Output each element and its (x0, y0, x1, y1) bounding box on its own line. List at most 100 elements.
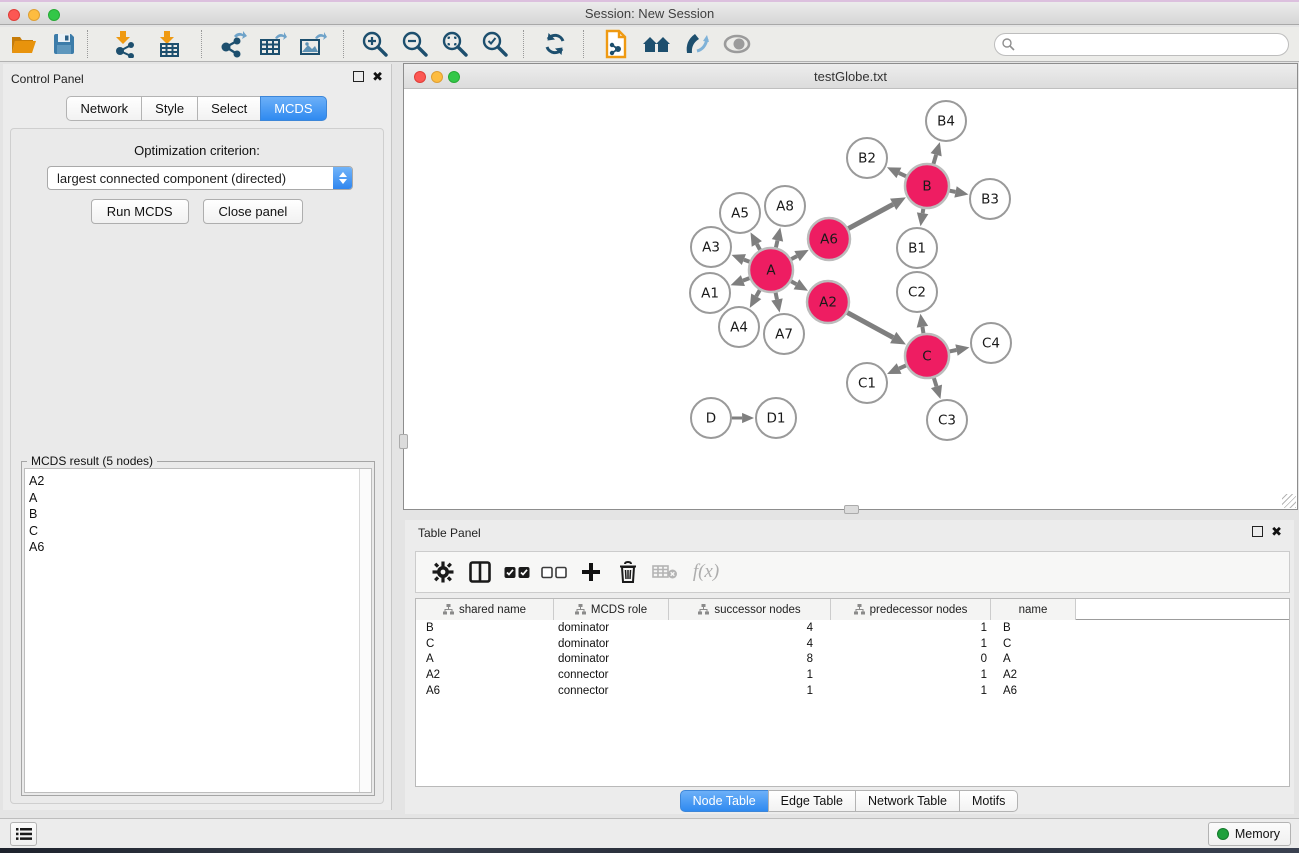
edge-A-A8[interactable] (776, 240, 778, 247)
window-resize-grip[interactable] (1282, 494, 1296, 508)
edge-C-C4[interactable] (950, 350, 957, 351)
tab-edge-table[interactable]: Edge Table (768, 790, 856, 812)
mcds-result-list[interactable]: A2ABCA6 (24, 468, 372, 793)
graph-node-D1[interactable]: D1 (756, 398, 796, 438)
refresh-icon[interactable] (535, 28, 575, 60)
window-bottom-resize-handle[interactable] (844, 505, 859, 514)
column-header-shared-name[interactable]: shared name (416, 599, 554, 620)
graphics-details-icon[interactable] (677, 28, 717, 60)
edge-A2-C[interactable] (847, 313, 893, 338)
tab-select[interactable]: Select (197, 96, 261, 121)
graph-node-A1[interactable]: A1 (690, 273, 730, 313)
float-table-panel-icon[interactable] (1252, 526, 1263, 537)
edge-A-A6[interactable] (791, 256, 797, 259)
edge-B-B4[interactable] (933, 155, 936, 164)
graph-node-D[interactable]: D (691, 398, 731, 438)
result-item-c[interactable]: C (25, 523, 371, 540)
network-canvas[interactable]: B4B2BB3A8A5A6A3B1AA1C2A2A4A7C4CC1DD1C3 (404, 89, 1297, 509)
graph-node-B4[interactable]: B4 (926, 101, 966, 141)
close-panel-button[interactable]: Close panel (203, 199, 304, 224)
graph-node-A8[interactable]: A8 (765, 186, 805, 226)
column-header-MCDS-role[interactable]: MCDS role (554, 599, 669, 620)
edge-A-A1[interactable] (743, 278, 750, 280)
graph-node-B1[interactable]: B1 (897, 228, 937, 268)
open-session-icon[interactable] (4, 28, 44, 60)
edge-C-C1[interactable] (899, 365, 906, 368)
close-table-panel-icon[interactable]: ✖ (1271, 526, 1282, 537)
column-header-name[interactable]: name (991, 599, 1076, 620)
result-item-a6[interactable]: A6 (25, 539, 371, 556)
network-from-file-icon[interactable] (597, 28, 637, 60)
save-session-icon[interactable] (44, 28, 84, 60)
table-row[interactable]: Bdominator41B (416, 620, 1289, 636)
window-left-resize-handle[interactable] (399, 434, 408, 449)
float-panel-icon[interactable] (353, 71, 364, 82)
show-panel-list-button[interactable] (10, 822, 37, 846)
edge-B-B2[interactable] (899, 173, 906, 176)
tab-node-table[interactable]: Node Table (680, 790, 769, 812)
edge-A-A5[interactable] (757, 244, 760, 250)
graph-node-C1[interactable]: C1 (847, 363, 887, 403)
column-header-successor-nodes[interactable]: successor nodes (669, 599, 831, 620)
edge-B-B3[interactable] (950, 191, 956, 192)
select-all-columns-icon[interactable] (498, 555, 535, 589)
graph-node-B2[interactable]: B2 (847, 138, 887, 178)
first-neighbors-icon[interactable] (637, 28, 677, 60)
network-graph[interactable]: B4B2BB3A8A5A6A3B1AA1C2A2A4A7C4CC1DD1C3 (404, 89, 1297, 509)
graph-node-C3[interactable]: C3 (927, 400, 967, 440)
close-panel-icon[interactable]: ✖ (372, 71, 383, 82)
tab-style[interactable]: Style (141, 96, 198, 121)
unselect-all-columns-icon[interactable] (535, 555, 572, 589)
import-table-icon[interactable] (149, 28, 189, 60)
import-network-icon[interactable] (105, 28, 145, 60)
result-item-b[interactable]: B (25, 506, 371, 523)
table-row[interactable]: Adominator80A (416, 652, 1289, 668)
edge-A6-B[interactable] (848, 204, 893, 228)
settings-gear-icon[interactable] (424, 555, 461, 589)
optimization-criterion-select[interactable]: largest connected component (directed) (47, 166, 353, 190)
graph-node-B3[interactable]: B3 (970, 179, 1010, 219)
result-item-a2[interactable]: A2 (25, 473, 371, 490)
export-table-icon[interactable] (253, 28, 293, 60)
edge-C-C3[interactable] (934, 378, 937, 386)
zoom-in-icon[interactable] (355, 28, 395, 60)
graph-node-C[interactable]: C (905, 334, 949, 378)
show-hide-eye-icon[interactable] (717, 28, 757, 60)
result-item-a[interactable]: A (25, 490, 371, 507)
tab-network[interactable]: Network (66, 96, 142, 121)
result-scrollbar[interactable] (359, 469, 371, 792)
search-input[interactable] (1019, 38, 1288, 52)
table-row[interactable]: Cdominator41C (416, 636, 1289, 652)
graph-node-A5[interactable]: A5 (720, 193, 760, 233)
delete-table-icon[interactable] (646, 555, 683, 589)
graph-node-A7[interactable]: A7 (764, 314, 804, 354)
graph-node-A2[interactable]: A2 (807, 281, 849, 323)
tab-motifs[interactable]: Motifs (959, 790, 1018, 812)
export-image-icon[interactable] (293, 28, 333, 60)
node-table[interactable]: shared nameMCDS rolesuccessor nodesprede… (415, 598, 1290, 787)
network-window-titlebar[interactable]: testGlobe.txt (404, 64, 1297, 89)
column-layout-icon[interactable] (461, 555, 498, 589)
edge-C-C2[interactable] (922, 327, 923, 333)
edge-A-A4[interactable] (756, 290, 760, 296)
tab-network-table[interactable]: Network Table (855, 790, 960, 812)
export-network-icon[interactable] (213, 28, 253, 60)
search-field[interactable] (994, 33, 1289, 56)
add-column-icon[interactable] (572, 555, 609, 589)
tab-mcds[interactable]: MCDS (260, 96, 326, 121)
table-row[interactable]: A2connector11A2 (416, 667, 1289, 683)
delete-column-icon[interactable] (609, 555, 646, 589)
edge-A-A3[interactable] (744, 260, 750, 262)
memory-button[interactable]: Memory (1208, 822, 1291, 846)
edge-B-B1[interactable] (923, 209, 924, 214)
graph-node-B[interactable]: B (905, 164, 949, 208)
zoom-out-icon[interactable] (395, 28, 435, 60)
zoom-fit-icon[interactable] (435, 28, 475, 60)
graph-node-A6[interactable]: A6 (808, 218, 850, 260)
graph-node-C2[interactable]: C2 (897, 272, 937, 312)
edge-A-A7[interactable] (776, 293, 777, 300)
edge-A-A2[interactable] (791, 281, 796, 284)
table-row[interactable]: A6connector11A6 (416, 683, 1289, 699)
zoom-selected-icon[interactable] (475, 28, 515, 60)
graph-node-A4[interactable]: A4 (719, 307, 759, 347)
